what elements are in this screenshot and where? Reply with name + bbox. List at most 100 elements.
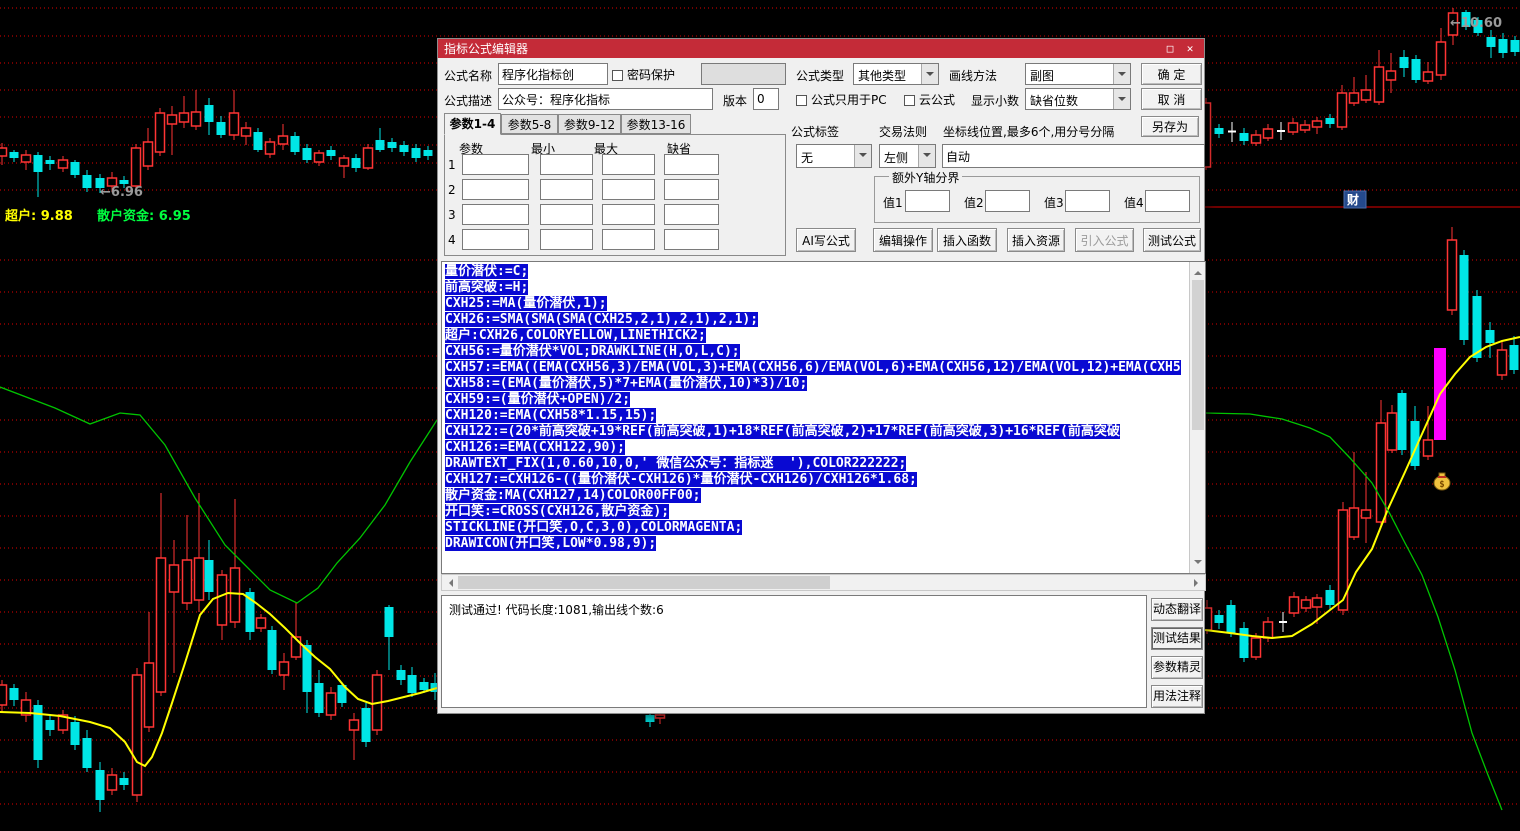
chevron-down-icon[interactable] — [1113, 89, 1130, 109]
trade-rule-select[interactable]: 左侧 — [879, 144, 936, 168]
candle — [192, 112, 201, 126]
candle — [1264, 129, 1273, 138]
tab-参数9-12[interactable]: 参数9-12 — [558, 114, 621, 134]
candle — [376, 140, 385, 150]
test-formula-button[interactable]: 测试公式 — [1143, 228, 1201, 252]
ok-button[interactable]: 确 定 — [1141, 63, 1202, 85]
sanhu-value-label: 散户资金: 6.95 — [97, 208, 191, 224]
decimals-select[interactable]: 缺省位数 — [1025, 88, 1131, 110]
close-icon[interactable]: ✕ — [1182, 42, 1198, 56]
checkbox-icon[interactable] — [796, 95, 807, 106]
candle — [83, 175, 92, 188]
extra-y-input-3[interactable] — [1065, 190, 1110, 212]
insert-resource-button[interactable]: 插入资源 — [1007, 228, 1065, 252]
extra-y-input-1[interactable] — [905, 190, 950, 212]
candle — [315, 683, 324, 713]
scroll-right-icon[interactable] — [1194, 579, 1202, 587]
formula-type-select[interactable]: 其他类型 — [853, 63, 939, 85]
checkbox-icon[interactable] — [904, 95, 915, 106]
param-input-r2c2[interactable] — [540, 179, 593, 200]
param-input-r4c1[interactable] — [462, 229, 529, 250]
test-result-button[interactable]: 测试结果 — [1151, 627, 1203, 650]
maximize-icon[interactable]: □ — [1162, 42, 1178, 56]
candle — [144, 142, 153, 166]
candle — [1290, 597, 1299, 613]
password-protect-checkbox[interactable]: 密码保护 — [612, 66, 675, 83]
pc-only-label: 公式只用于PC — [811, 93, 887, 107]
chevron-down-icon[interactable] — [1113, 64, 1130, 84]
param-input-r4c4[interactable] — [664, 229, 719, 250]
horizontal-scrollbar-thumb[interactable] — [458, 576, 830, 589]
candle — [218, 575, 227, 625]
password-protect-label: 密码保护 — [627, 68, 675, 82]
chevron-down-icon[interactable] — [854, 145, 871, 167]
param-input-r4c3[interactable] — [602, 229, 655, 250]
scroll-down-icon[interactable] — [1194, 560, 1202, 568]
param-input-r2c1[interactable] — [462, 179, 529, 200]
formula-desc-label: 公式描述 — [444, 92, 492, 109]
formula-name-input[interactable] — [498, 63, 608, 85]
code-line-text: CXH56:=量价潜伏*VOL;DRAWKLINE(H,O,L,C); — [445, 344, 740, 359]
code-line-text: STICKLINE(开口笑,O,C,3,0),COLORMAGENTA; — [445, 520, 742, 535]
extra-y-input-4[interactable] — [1145, 190, 1190, 212]
horizontal-scrollbar[interactable] — [441, 574, 1206, 591]
version-input[interactable] — [753, 88, 779, 110]
code-line-text: 超户:CXH26,COLORYELLOW,LINETHICK2; — [445, 328, 706, 343]
dynamic-translate-button[interactable]: 动态翻译 — [1151, 598, 1203, 621]
ai-write-formula-button[interactable]: AI写公式 — [796, 228, 856, 252]
cloud-formula-checkbox[interactable]: 云公式 — [904, 91, 955, 108]
candle — [364, 148, 373, 168]
tab-参数5-8[interactable]: 参数5-8 — [501, 114, 558, 134]
draw-method-select[interactable]: 副图 — [1025, 63, 1131, 85]
axis-position-input[interactable] — [942, 144, 1205, 168]
import-formula-button[interactable]: 引入公式 — [1075, 228, 1134, 252]
edit-operation-button[interactable]: 编辑操作 — [873, 228, 933, 252]
param-input-r3c3[interactable] — [602, 204, 655, 225]
save-as-button[interactable]: 另存为 — [1141, 116, 1199, 137]
vertical-scrollbar-thumb[interactable] — [1192, 280, 1204, 430]
tab-参数13-16[interactable]: 参数13-16 — [621, 114, 691, 134]
chevron-down-icon[interactable] — [921, 64, 938, 84]
vertical-scrollbar[interactable] — [1189, 262, 1205, 573]
insert-function-button[interactable]: 插入函数 — [937, 228, 997, 252]
extra-y-input-2[interactable] — [985, 190, 1030, 212]
scroll-up-icon[interactable] — [1194, 267, 1202, 275]
pc-only-checkbox[interactable]: 公式只用于PC — [796, 91, 887, 108]
param-input-r2c4[interactable] — [664, 179, 719, 200]
param-input-r2c3[interactable] — [602, 179, 655, 200]
candle — [1437, 42, 1446, 75]
formula-desc-input[interactable] — [498, 88, 713, 110]
scroll-left-icon[interactable] — [445, 579, 453, 587]
formula-tag-select[interactable]: 无 — [796, 144, 872, 168]
candle — [1377, 423, 1386, 522]
cancel-button[interactable]: 取 消 — [1141, 88, 1202, 110]
candle — [242, 128, 251, 136]
param-input-r1c1[interactable] — [462, 154, 529, 175]
param-input-r1c3[interactable] — [602, 154, 655, 175]
test-result-box: 测试通过! 代码长度:1081,输出线个数:6 — [441, 595, 1147, 708]
code-line-text: CXH127:=CXH126-((量价潜伏-CXH126)*量价潜伏-CXH12… — [445, 472, 917, 487]
param-input-r1c4[interactable] — [664, 154, 719, 175]
tab-参数1-4[interactable]: 参数1-4 — [444, 113, 501, 135]
dialog-titlebar[interactable]: 指标公式编辑器 □ ✕ — [438, 39, 1204, 58]
param-input-r3c2[interactable] — [540, 204, 593, 225]
candle — [1398, 393, 1407, 450]
param-input-r3c4[interactable] — [664, 204, 719, 225]
code-line: CXH26:=SMA(SMA(SMA(CXH25,2,1),2,1),2,1); — [445, 312, 1188, 328]
param-input-r4c2[interactable] — [540, 229, 593, 250]
code-line-text: 散户资金:MA(CXH127,14)COLOR00FF00; — [445, 488, 701, 503]
usage-notes-button[interactable]: 用法注释 — [1151, 685, 1203, 708]
candle — [1460, 255, 1469, 340]
code-line: 散户资金:MA(CXH127,14)COLOR00FF00; — [445, 488, 1188, 504]
candle — [327, 150, 336, 156]
chevron-down-icon[interactable] — [918, 145, 935, 167]
candle — [1487, 37, 1496, 47]
dialog-title: 指标公式编辑器 — [444, 40, 1158, 57]
param-input-r3c1[interactable] — [462, 204, 529, 225]
param-wizard-button[interactable]: 参数精灵 — [1151, 656, 1203, 679]
candle — [385, 607, 394, 637]
checkbox-icon[interactable] — [612, 70, 623, 81]
code-editor[interactable]: 量价潜伏:=C;前高突破:=H;CXH25:=MA(量价潜伏,1);CXH26:… — [441, 261, 1206, 574]
param-input-r1c2[interactable] — [540, 154, 593, 175]
price-high-label: ←10.60 — [1450, 16, 1502, 31]
